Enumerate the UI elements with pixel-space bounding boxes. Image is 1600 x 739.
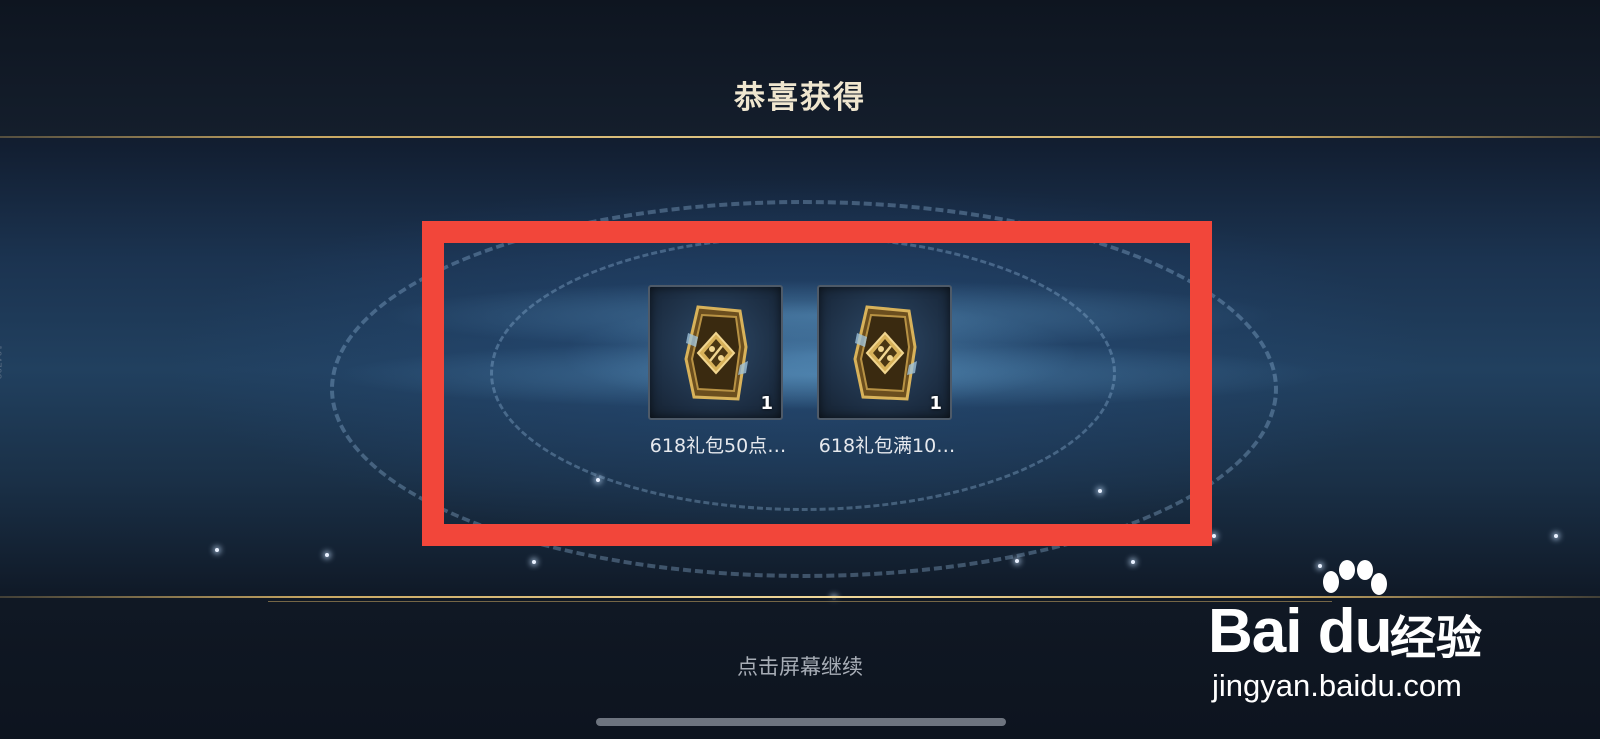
star-sparkle	[1131, 560, 1135, 564]
star-sparkle	[532, 560, 536, 564]
watermark-logo: Bai du	[1208, 597, 1392, 666]
star-sparkle	[1015, 559, 1019, 563]
star-sparkle	[1212, 534, 1216, 538]
watermark-product: 经验	[1390, 611, 1482, 665]
home-indicator[interactable]	[596, 718, 1006, 726]
watermark-url: jingyan.baidu.com	[1212, 668, 1462, 703]
star-sparkle	[325, 553, 329, 557]
reward-screen[interactable]: 104708 恭喜获得 1 618礼包50点… 1 618礼包满10… 点击屏幕…	[0, 0, 1600, 739]
baidu-jingyan-watermark: Bai du 经验 jingyan.baidu.com	[1208, 560, 1588, 730]
gold-divider-top	[0, 136, 1600, 138]
page-title: 恭喜获得	[734, 80, 866, 116]
star-sparkle	[1554, 534, 1558, 538]
highlight-annotation-box	[422, 221, 1212, 546]
gold-divider-bottom-thin	[268, 601, 1332, 602]
star-sparkle	[215, 548, 219, 552]
version-text: 104708	[0, 345, 2, 380]
